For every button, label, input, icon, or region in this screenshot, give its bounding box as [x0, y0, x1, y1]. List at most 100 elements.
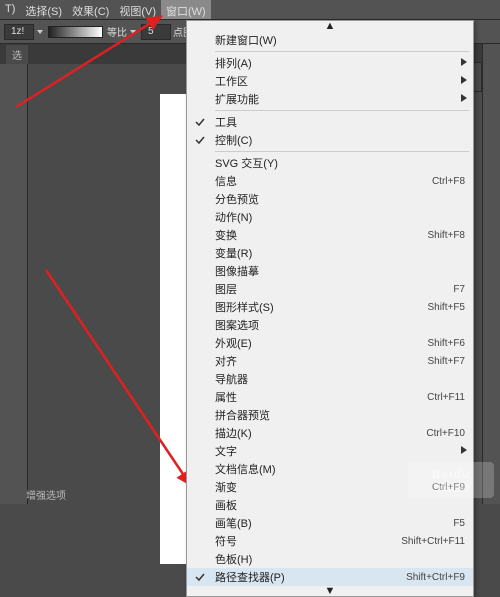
menu-item-label: 排列(A): [215, 55, 252, 71]
menu-item-label: 文字: [215, 443, 237, 459]
window-menu-dropdown: ▲ 新建窗口(W) 排列(A)工作区扩展功能工具控制(C) SVG 交互(Y) 信息 C…: [186, 20, 474, 597]
menu-shortcut: Ctrl+F8: [432, 176, 465, 187]
dropdown-icon[interactable]: [129, 28, 137, 36]
menu-item-label: 描边(K): [215, 425, 252, 441]
menu-item-label: 导航器: [215, 371, 248, 387]
menu-item[interactable]: 信息 Ctrl+F8: [187, 172, 473, 190]
menu-item[interactable]: 画笔(B)F5: [187, 514, 473, 532]
menu-item[interactable]: 画板: [187, 496, 473, 514]
menu-item-label: 图层: [215, 281, 237, 297]
menu-item[interactable]: 变量(R): [187, 244, 473, 262]
menubar[interactable]: T) 选择(S) 效果(C) 视图(V) 窗口(W): [0, 0, 500, 20]
menu-item[interactable]: 符号 Shift+Ctrl+F11: [187, 532, 473, 550]
menu-item-label: 工具: [215, 114, 237, 130]
menu-item-label: 色板(H): [215, 551, 252, 567]
menu-item-label: 外观(E): [215, 335, 252, 351]
document-tab[interactable]: 选: [6, 45, 28, 64]
submenu-arrow-icon: [461, 93, 467, 105]
menu-shortcut: Shift+Ctrl+F11: [401, 536, 465, 547]
menu-item[interactable]: 分色预览: [187, 190, 473, 208]
submenu-arrow-icon: [461, 57, 467, 69]
menu-item-label: 拼合器预览: [215, 407, 270, 423]
menu-item[interactable]: 图案选项: [187, 316, 473, 334]
menu-select[interactable]: 选择(S): [20, 0, 67, 19]
menu-item[interactable]: 变换 Shift+F8: [187, 226, 473, 244]
menu-separator: [215, 151, 469, 152]
menu-item[interactable]: 图层 F7: [187, 280, 473, 298]
menu-item-label: 分色预览: [215, 191, 259, 207]
menu-item-label: 信息: [215, 173, 237, 189]
menu-separator: [215, 110, 469, 111]
menu-item-label: 画笔(B): [215, 515, 252, 531]
menu-item-label: 变换: [215, 227, 237, 243]
menu-item[interactable]: 路径查找器(P) Shift+Ctrl+F9: [187, 568, 473, 586]
menu-item-label: 渐变: [215, 479, 237, 495]
menu-item[interactable]: 工作区: [187, 72, 473, 90]
menu-separator: [215, 51, 469, 52]
check-icon: [195, 117, 205, 127]
menu-item-label: 属性: [215, 389, 237, 405]
gradient-field[interactable]: [48, 26, 103, 38]
menu-item-label: 路径查找器(P): [215, 569, 285, 585]
ratio-value: 1z!: [4, 24, 34, 40]
menu-item[interactable]: 新建窗口(W): [187, 31, 473, 49]
menu-item[interactable]: 文字: [187, 442, 473, 460]
equal-label: 等比: [107, 24, 127, 39]
menu-item[interactable]: 色板(H): [187, 550, 473, 568]
menu-scroll-up[interactable]: ▲: [187, 21, 473, 31]
menu-item-label: SVG 交互(Y): [215, 155, 278, 171]
right-rail[interactable]: [482, 44, 500, 504]
menu-item-label: 扩展功能: [215, 91, 259, 107]
menu-item[interactable]: SVG 交互(Y): [187, 154, 473, 172]
menu-item[interactable]: 动作(N): [187, 208, 473, 226]
chevron-down-icon: ▼: [325, 585, 336, 597]
menu-item-label: 画板: [215, 497, 237, 513]
menu-item[interactable]: 控制(C): [187, 131, 473, 149]
menu-effect[interactable]: 效果(C): [67, 0, 114, 19]
menu-shortcut: Shift+F6: [427, 338, 465, 349]
menu-item[interactable]: 工具: [187, 113, 473, 131]
check-icon: [195, 572, 205, 582]
gradient-swatch: [48, 26, 103, 38]
equal-field[interactable]: 等比: [107, 24, 137, 39]
dropdown-icon[interactable]: [36, 28, 44, 36]
menu-item-label: 图形样式(S): [215, 299, 274, 315]
menu-item-label: 动作(N): [215, 209, 252, 225]
menu-object[interactable]: T): [0, 0, 20, 19]
watermark-brand: Baidu: [432, 467, 470, 481]
menu-item[interactable]: 属性 Ctrl+F11: [187, 388, 473, 406]
menu-scroll-down[interactable]: ▼: [187, 586, 473, 596]
menu-shortcut: Shift+F5: [427, 302, 465, 313]
menu-item[interactable]: 外观(E) Shift+F6: [187, 334, 473, 352]
menu-item[interactable]: 图形样式(S) Shift+F5: [187, 298, 473, 316]
menu-item-label: 新建窗口(W): [215, 32, 277, 48]
menu-shortcut: Ctrl+F10: [426, 428, 465, 439]
menu-item[interactable]: 图像描摹: [187, 262, 473, 280]
submenu-arrow-icon: [461, 75, 467, 87]
menu-item-label: 图案选项: [215, 317, 259, 333]
menu-shortcut: Shift+Ctrl+F9: [406, 572, 465, 583]
menu-item[interactable]: 拼合器预览: [187, 406, 473, 424]
menu-item[interactable]: 排列(A): [187, 54, 473, 72]
menu-item-label: 符号: [215, 533, 237, 549]
menu-item[interactable]: 描边(K) Ctrl+F10: [187, 424, 473, 442]
menu-view[interactable]: 视图(V): [114, 0, 161, 19]
check-icon: [195, 135, 205, 145]
menu-item-label: 文档信息(M): [215, 461, 276, 477]
menu-item-label: 变量(R): [215, 245, 252, 261]
menu-item[interactable]: 导航器: [187, 370, 473, 388]
watermark: Baidu 百度经验: [408, 462, 494, 498]
status-label: 增强选项: [20, 485, 72, 504]
menu-item-label: 对齐: [215, 353, 237, 369]
menu-item-label: 控制(C): [215, 132, 252, 148]
menu-shortcut: Ctrl+F11: [427, 392, 465, 403]
tool-panel[interactable]: [0, 64, 28, 504]
ratio-field[interactable]: 1z!: [4, 24, 44, 40]
menu-shortcut: Shift+F8: [427, 230, 465, 241]
menu-item-label: 图像描摹: [215, 263, 259, 279]
watermark-sub: 百度经验: [433, 481, 469, 494]
menu-item[interactable]: 对齐Shift+F7: [187, 352, 473, 370]
menu-item[interactable]: 扩展功能: [187, 90, 473, 108]
menu-window[interactable]: 窗口(W): [161, 0, 211, 19]
menu-shortcut: F7: [453, 284, 465, 295]
